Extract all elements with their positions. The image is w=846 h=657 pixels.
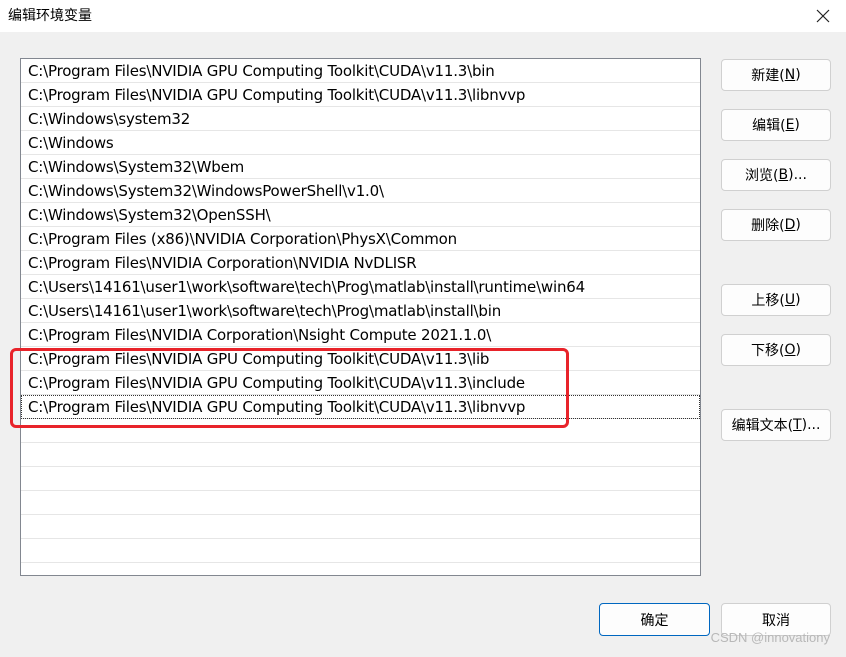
delete-button-key: D xyxy=(784,217,796,233)
move-down-button-label: 下移( xyxy=(751,343,785,359)
move-up-button[interactable]: 上移(U) xyxy=(721,284,831,316)
empty-list-row[interactable] xyxy=(21,539,700,563)
new-button-key: N xyxy=(784,67,796,83)
path-list-item[interactable]: C:\Windows\System32\Wbem xyxy=(21,155,700,179)
close-icon xyxy=(816,9,830,23)
empty-list-row[interactable] xyxy=(21,419,700,443)
edit-button-end: ) xyxy=(794,117,800,133)
edit-button[interactable]: 编辑(E) xyxy=(721,109,831,141)
path-list-item[interactable]: C:\Windows\System32\WindowsPowerShell\v1… xyxy=(21,179,700,203)
ok-button[interactable]: 确定 xyxy=(599,603,710,636)
move-down-button-key: O xyxy=(784,342,796,358)
path-list[interactable]: C:\Program Files\NVIDIA GPU Computing To… xyxy=(20,58,701,576)
path-list-item[interactable]: C:\Program Files\NVIDIA GPU Computing To… xyxy=(21,59,700,83)
path-list-item[interactable]: C:\Windows\system32 xyxy=(21,107,700,131)
path-list-item[interactable]: C:\Users\14161\user1\work\software\tech\… xyxy=(21,275,700,299)
path-list-item[interactable]: C:\Program Files\NVIDIA GPU Computing To… xyxy=(21,347,700,371)
new-button-label: 新建( xyxy=(751,68,785,84)
watermark: CSDN @innovationy xyxy=(710,630,830,645)
empty-list-row[interactable] xyxy=(21,491,700,515)
edit-text-button-end: )... xyxy=(801,417,821,433)
delete-button-label: 删除( xyxy=(751,218,785,234)
move-up-button-end: ) xyxy=(795,292,801,308)
path-list-item[interactable]: C:\Program Files\NVIDIA Corporation\NVID… xyxy=(21,251,700,275)
new-button-end: ) xyxy=(795,67,801,83)
edit-button-key: E xyxy=(785,117,795,133)
path-list-item[interactable]: C:\Windows xyxy=(21,131,700,155)
path-list-item[interactable]: C:\Program Files\NVIDIA GPU Computing To… xyxy=(21,395,700,419)
delete-button[interactable]: 删除(D) xyxy=(721,209,831,241)
browse-button-end: )... xyxy=(788,167,807,183)
window-title: 编辑环境变量 xyxy=(8,8,92,24)
move-down-button[interactable]: 下移(O) xyxy=(721,334,831,366)
empty-list-row[interactable] xyxy=(21,515,700,539)
title-bar: 编辑环境变量 xyxy=(0,0,846,32)
browse-button-label: 浏览( xyxy=(745,168,779,184)
path-list-item[interactable]: C:\Program Files\NVIDIA GPU Computing To… xyxy=(21,371,700,395)
empty-list-row[interactable] xyxy=(21,443,700,467)
path-list-item[interactable]: C:\Windows\System32\OpenSSH\ xyxy=(21,203,700,227)
edit-button-label: 编辑( xyxy=(752,118,786,134)
browse-button[interactable]: 浏览(B)... xyxy=(721,159,831,191)
browse-button-key: B xyxy=(778,167,789,183)
move-up-button-key: U xyxy=(784,292,796,308)
new-button[interactable]: 新建(N) xyxy=(721,59,831,91)
path-list-item[interactable]: C:\Program Files\NVIDIA Corporation\Nsig… xyxy=(21,323,700,347)
edit-text-button-label: 编辑文本( xyxy=(731,418,794,434)
path-list-item[interactable]: C:\Users\14161\user1\work\software\tech\… xyxy=(21,299,700,323)
move-up-button-label: 上移( xyxy=(751,293,785,309)
edit-text-button[interactable]: 编辑文本(T)... xyxy=(721,409,831,441)
close-button[interactable] xyxy=(800,0,846,32)
move-down-button-end: ) xyxy=(795,342,801,358)
edit-text-button-key: T xyxy=(793,417,802,433)
delete-button-end: ) xyxy=(795,217,801,233)
path-list-item[interactable]: C:\Program Files\NVIDIA GPU Computing To… xyxy=(21,83,700,107)
path-list-item[interactable]: C:\Program Files (x86)\NVIDIA Corporatio… xyxy=(21,227,700,251)
empty-list-row[interactable] xyxy=(21,467,700,491)
